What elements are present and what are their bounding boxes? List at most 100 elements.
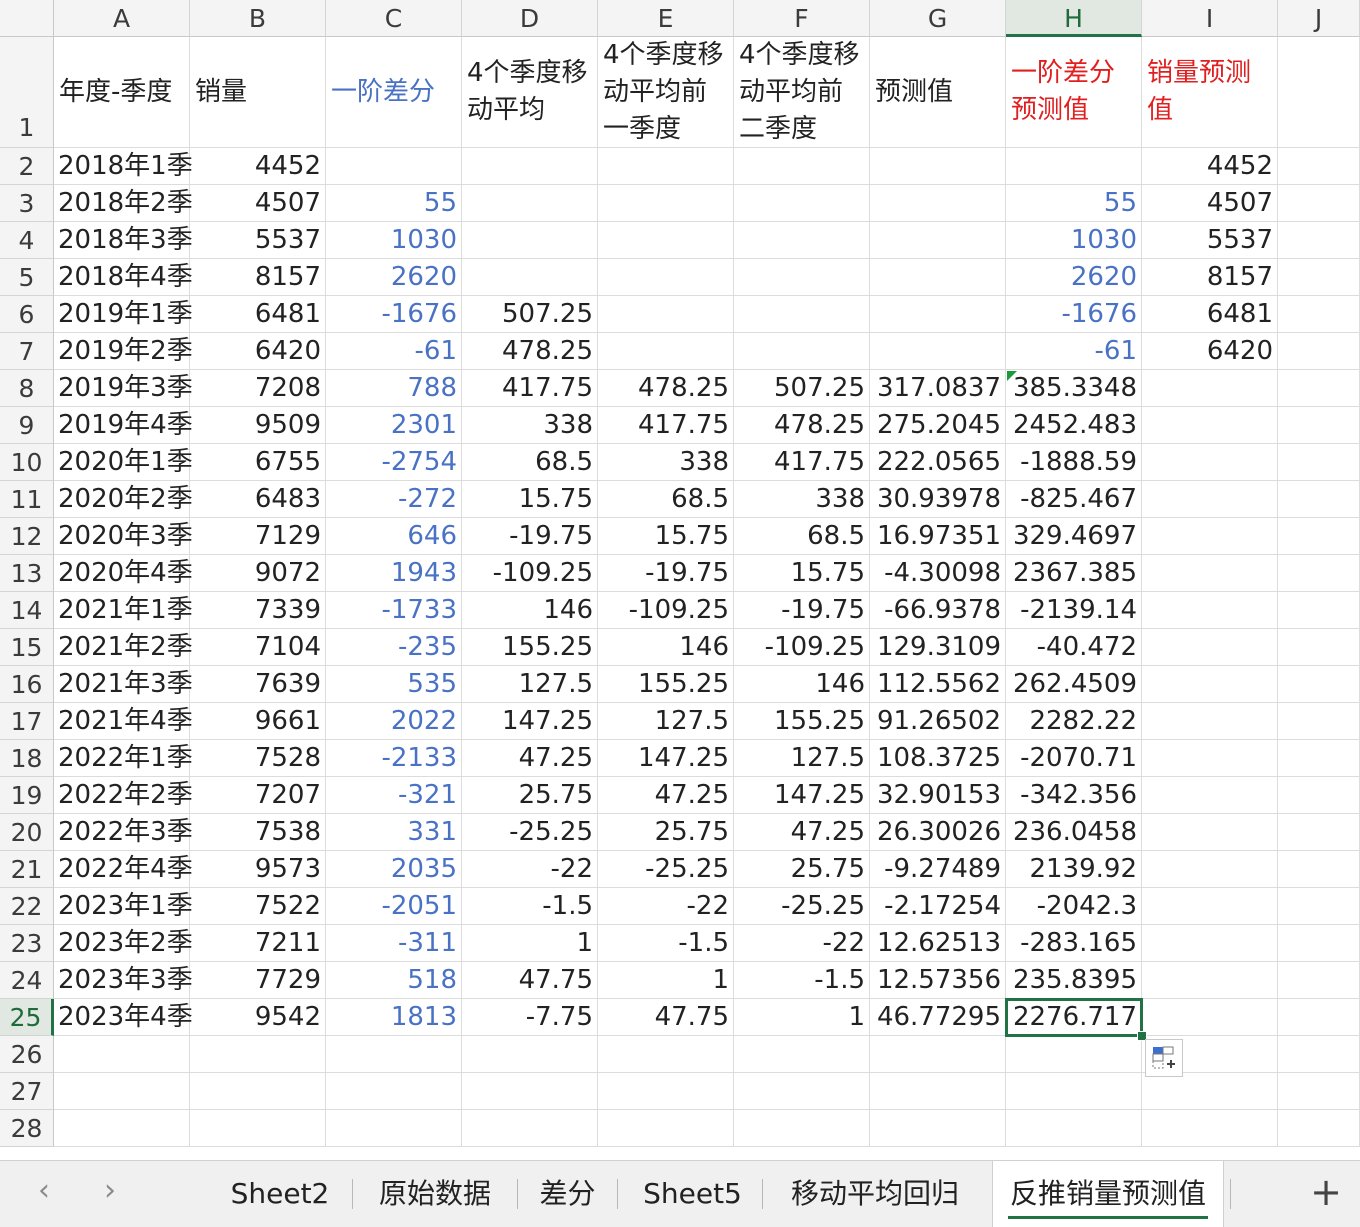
cell-f10[interactable]: 417.75 <box>734 444 870 481</box>
row-header-1[interactable]: 1 <box>0 37 54 148</box>
cell-e22[interactable]: -22 <box>598 888 734 925</box>
header-cell-b[interactable]: 销量 <box>190 37 326 148</box>
cell-e9[interactable]: 417.75 <box>598 407 734 444</box>
cell-j1[interactable] <box>1278 37 1360 148</box>
cell-d11[interactable]: 15.75 <box>462 481 598 518</box>
row-header-17[interactable]: 17 <box>0 703 54 740</box>
row-header-20[interactable]: 20 <box>0 814 54 851</box>
row-header-16[interactable]: 16 <box>0 666 54 703</box>
header-cell-e[interactable]: 4个季度移动平均前一季度 <box>598 37 734 148</box>
cell-h3[interactable]: 55 <box>1006 185 1142 222</box>
cell-b25[interactable]: 9542 <box>190 999 326 1036</box>
row-header-2[interactable]: 2 <box>0 148 54 185</box>
cell-b12[interactable]: 7129 <box>190 518 326 555</box>
cell-c13[interactable]: 1943 <box>326 555 462 592</box>
cell-j8[interactable] <box>1278 370 1360 407</box>
cell-i27[interactable] <box>1142 1073 1278 1110</box>
cell-c3[interactable]: 55 <box>326 185 462 222</box>
row-header-23[interactable]: 23 <box>0 925 54 962</box>
cell-b21[interactable]: 9573 <box>190 851 326 888</box>
cell-j3[interactable] <box>1278 185 1360 222</box>
cell-h20[interactable]: 236.0458 <box>1006 814 1142 851</box>
cell-c23[interactable]: -311 <box>326 925 462 962</box>
cell-i8[interactable] <box>1142 370 1278 407</box>
cell-d19[interactable]: 25.75 <box>462 777 598 814</box>
cell-h27[interactable] <box>1006 1073 1142 1110</box>
cell-h13[interactable]: 2367.385 <box>1006 555 1142 592</box>
cell-d9[interactable]: 338 <box>462 407 598 444</box>
cell-g26[interactable] <box>870 1036 1006 1073</box>
cell-h9[interactable]: 2452.483 <box>1006 407 1142 444</box>
cell-j7[interactable] <box>1278 333 1360 370</box>
cell-d28[interactable] <box>462 1110 598 1147</box>
cell-i17[interactable] <box>1142 703 1278 740</box>
chevron-left-icon[interactable]: ‹ <box>38 1173 50 1208</box>
cell-g11[interactable]: 30.93978 <box>870 481 1006 518</box>
cell-g8[interactable]: 317.0837 <box>870 370 1006 407</box>
cell-i16[interactable] <box>1142 666 1278 703</box>
cell-h28[interactable] <box>1006 1110 1142 1147</box>
cell-a18[interactable]: 2022年1季 <box>54 740 193 777</box>
cell-e10[interactable]: 338 <box>598 444 734 481</box>
cell-c26[interactable] <box>326 1036 462 1073</box>
cell-b7[interactable]: 6420 <box>190 333 326 370</box>
row-header-14[interactable]: 14 <box>0 592 54 629</box>
cell-b8[interactable]: 7208 <box>190 370 326 407</box>
cell-a27[interactable] <box>54 1073 190 1110</box>
cell-f2[interactable] <box>734 148 870 185</box>
quick-analysis-icon[interactable] <box>1145 1039 1183 1077</box>
cell-j19[interactable] <box>1278 777 1360 814</box>
cell-a26[interactable] <box>54 1036 190 1073</box>
cell-h4[interactable]: 1030 <box>1006 222 1142 259</box>
cell-g28[interactable] <box>870 1110 1006 1147</box>
cell-e16[interactable]: 155.25 <box>598 666 734 703</box>
cell-e17[interactable]: 127.5 <box>598 703 734 740</box>
cell-g25[interactable]: 46.77295 <box>870 999 1006 1036</box>
cell-g19[interactable]: 32.90153 <box>870 777 1006 814</box>
cell-a3[interactable]: 2018年2季 <box>54 185 193 222</box>
cell-f24[interactable]: -1.5 <box>734 962 870 999</box>
cell-b16[interactable]: 7639 <box>190 666 326 703</box>
cell-j16[interactable] <box>1278 666 1360 703</box>
cell-f5[interactable] <box>734 259 870 296</box>
cell-f18[interactable]: 127.5 <box>734 740 870 777</box>
cell-c4[interactable]: 1030 <box>326 222 462 259</box>
cell-j4[interactable] <box>1278 222 1360 259</box>
cell-i4[interactable]: 5537 <box>1142 222 1278 259</box>
cell-c16[interactable]: 535 <box>326 666 462 703</box>
cell-b20[interactable]: 7538 <box>190 814 326 851</box>
cell-h11[interactable]: -825.467 <box>1006 481 1142 518</box>
row-header-4[interactable]: 4 <box>0 222 54 259</box>
cell-f9[interactable]: 478.25 <box>734 407 870 444</box>
cell-e20[interactable]: 25.75 <box>598 814 734 851</box>
cell-b5[interactable]: 8157 <box>190 259 326 296</box>
cell-i28[interactable] <box>1142 1110 1278 1147</box>
cell-a28[interactable] <box>54 1110 190 1147</box>
cell-d13[interactable]: -109.25 <box>462 555 598 592</box>
cell-d16[interactable]: 127.5 <box>462 666 598 703</box>
cell-b14[interactable]: 7339 <box>190 592 326 629</box>
cell-c12[interactable]: 646 <box>326 518 462 555</box>
cell-e27[interactable] <box>598 1073 734 1110</box>
cell-g9[interactable]: 275.2045 <box>870 407 1006 444</box>
cell-f16[interactable]: 146 <box>734 666 870 703</box>
cell-f25[interactable]: 1 <box>734 999 870 1036</box>
cell-b28[interactable] <box>190 1110 326 1147</box>
row-header-9[interactable]: 9 <box>0 407 54 444</box>
cell-i9[interactable] <box>1142 407 1278 444</box>
row-header-25[interactable]: 25 <box>0 999 54 1036</box>
cell-e7[interactable] <box>598 333 734 370</box>
row-header-12[interactable]: 12 <box>0 518 54 555</box>
cell-d23[interactable]: 1 <box>462 925 598 962</box>
cell-e8[interactable]: 478.25 <box>598 370 734 407</box>
header-cell-d[interactable]: 4个季度移动平均 <box>462 37 598 148</box>
cell-d5[interactable] <box>462 259 598 296</box>
sheet-tab-5[interactable]: 移动平均回归 <box>765 1161 985 1227</box>
cell-h21[interactable]: 2139.92 <box>1006 851 1142 888</box>
error-indicator-icon[interactable] <box>1007 371 1017 381</box>
cell-e21[interactable]: -25.25 <box>598 851 734 888</box>
header-cell-g[interactable]: 预测值 <box>870 37 1006 148</box>
cell-e19[interactable]: 47.25 <box>598 777 734 814</box>
cell-b26[interactable] <box>190 1036 326 1073</box>
cell-b4[interactable]: 5537 <box>190 222 326 259</box>
